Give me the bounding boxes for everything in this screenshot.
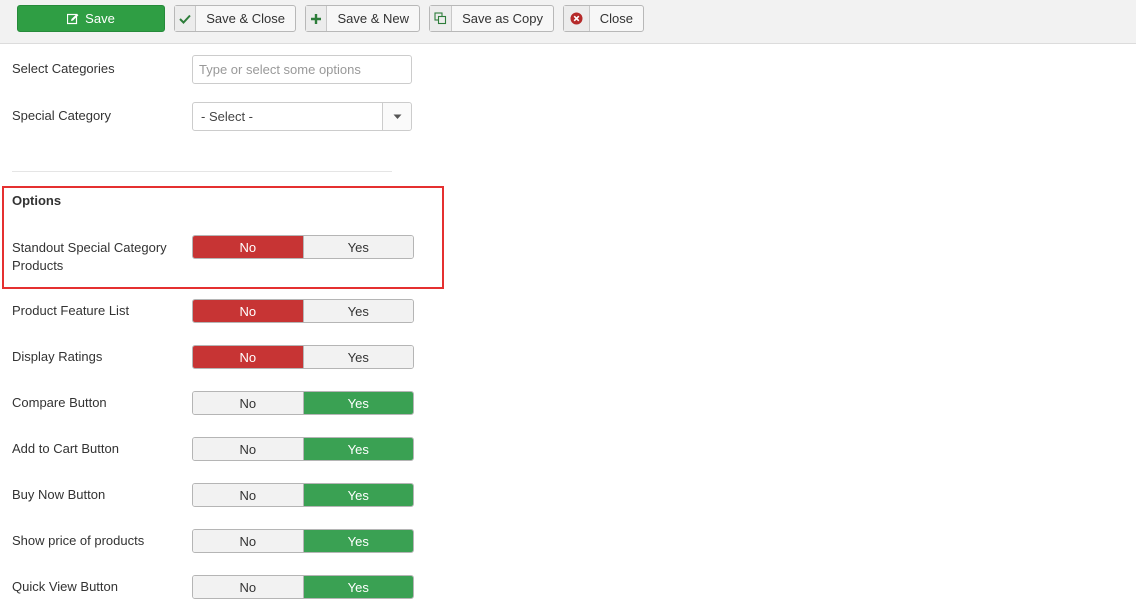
options-heading: Options [12, 193, 62, 208]
special-category-value: - Select - [201, 109, 254, 124]
copy-icon [430, 6, 453, 31]
save-close-label: Save & Close [206, 11, 285, 26]
toggle-yes-button[interactable]: Yes [303, 346, 413, 368]
save-copy-label: Save as Copy [462, 11, 543, 26]
caret-down-icon [382, 103, 411, 130]
check-icon [175, 6, 197, 31]
toolbar: Save Save & Close Save & New Save as Cop… [0, 0, 1136, 44]
option-label-quick-view: Quick View Button [12, 579, 118, 594]
toggle-ratings: No Yes [192, 345, 414, 369]
toggle-yes-button[interactable]: Yes [303, 438, 413, 460]
toggle-no-button[interactable]: No [193, 438, 304, 460]
option-label-ratings: Display Ratings [12, 349, 103, 364]
toggle-show-price: No Yes [192, 529, 414, 553]
close-label: Close [599, 11, 633, 26]
edit-icon [67, 13, 79, 25]
option-label-standout: Standout Special Category Products [12, 240, 167, 273]
save-new-button[interactable]: Save & New [305, 5, 420, 32]
save-button[interactable]: Save [17, 5, 165, 32]
toggle-yes-button[interactable]: Yes [303, 300, 413, 322]
save-copy-button[interactable]: Save as Copy [429, 5, 554, 32]
toggle-quick-view: No Yes [192, 575, 414, 599]
toggle-no-button[interactable]: No [193, 236, 304, 258]
option-label-compare: Compare Button [12, 395, 107, 410]
plus-icon [306, 6, 328, 31]
special-category-select[interactable]: - Select - [192, 102, 412, 131]
toggle-no-button[interactable]: No [193, 392, 304, 414]
select-categories-label: Select Categories [12, 61, 115, 76]
save-close-button[interactable]: Save & Close [174, 5, 296, 32]
toggle-no-button[interactable]: No [193, 300, 304, 322]
option-label-feature-list: Product Feature List [12, 303, 130, 318]
toggle-yes-button[interactable]: Yes [303, 236, 413, 258]
save-label: Save [85, 11, 115, 26]
toggle-yes-button[interactable]: Yes [303, 392, 413, 414]
save-new-label: Save & New [337, 11, 409, 26]
toggle-yes-button[interactable]: Yes [303, 484, 413, 506]
toggle-buy-now: No Yes [192, 483, 414, 507]
toggle-no-button[interactable]: No [193, 530, 304, 552]
toggle-no-button[interactable]: No [193, 484, 304, 506]
toggle-yes-button[interactable]: Yes [303, 530, 413, 552]
toggle-standout: No Yes [192, 235, 414, 259]
toggle-yes-button[interactable]: Yes [303, 576, 413, 598]
special-category-label: Special Category [12, 108, 111, 123]
toggle-no-button[interactable]: No [193, 576, 304, 598]
toggle-feature-list: No Yes [192, 299, 414, 323]
close-circle-icon [564, 6, 590, 31]
section-divider [12, 171, 392, 172]
option-label-show-price: Show price of products [12, 533, 145, 548]
close-button[interactable]: Close [563, 5, 644, 32]
option-label-buy-now: Buy Now Button [12, 487, 106, 502]
select-categories-input[interactable] [192, 55, 412, 84]
toggle-add-to-cart: No Yes [192, 437, 414, 461]
toggle-no-button[interactable]: No [193, 346, 304, 368]
option-label-add-to-cart: Add to Cart Button [12, 441, 119, 456]
toggle-compare: No Yes [192, 391, 414, 415]
